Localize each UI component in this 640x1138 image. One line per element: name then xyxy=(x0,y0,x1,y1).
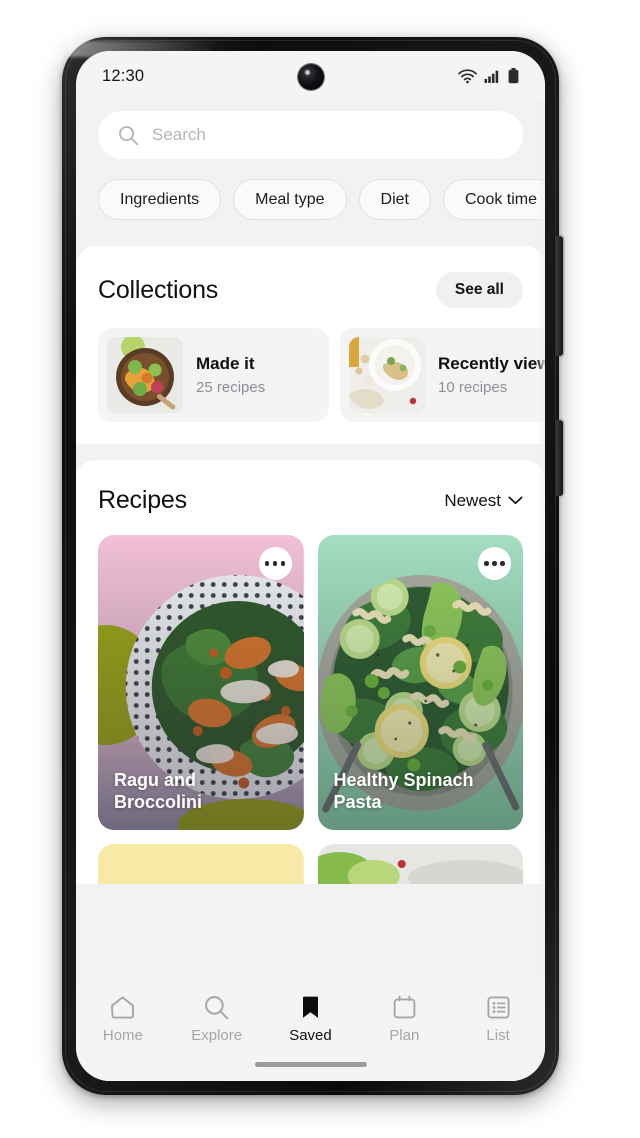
nav-item-plan[interactable]: Plan xyxy=(361,993,447,1044)
recipe-grid: Ragu and Broccolini Healthy Spinach Past… xyxy=(98,535,523,884)
collection-text: Recently viewed 10 recipes xyxy=(438,354,545,396)
collections-section: Collections See all Made it 25 recipes R… xyxy=(76,246,545,444)
filter-chip-diet[interactable]: Diet xyxy=(358,179,431,220)
search-placeholder: Search xyxy=(152,125,206,144)
cellular-signal-icon xyxy=(484,70,499,83)
collection-count: 25 recipes xyxy=(196,379,266,396)
collection-name: Recently viewed xyxy=(438,354,545,373)
recipes-header: Recipes Newest xyxy=(98,486,523,515)
nav-item-list[interactable]: List xyxy=(455,993,541,1044)
recipe-card-partial-left[interactable] xyxy=(98,844,304,884)
nav-item-explore[interactable]: Explore xyxy=(174,993,260,1044)
app-content: Search Ingredients Meal type Diet Cook t… xyxy=(76,101,545,1081)
collection-card-made-it[interactable]: Made it 25 recipes xyxy=(98,328,329,422)
status-time: 12:30 xyxy=(102,66,145,85)
calendar-icon xyxy=(393,995,416,1019)
collections-title: Collections xyxy=(98,275,219,304)
home-indicator[interactable] xyxy=(254,1062,367,1067)
search-icon xyxy=(119,125,139,145)
list-icon xyxy=(487,996,510,1019)
battery-icon xyxy=(508,68,519,84)
collections-header: Collections See all xyxy=(98,272,523,308)
home-icon xyxy=(111,996,135,1019)
more-options-icon[interactable] xyxy=(258,547,292,580)
nav-label: Explore xyxy=(191,1027,243,1044)
nav-label: Home xyxy=(102,1027,143,1044)
nav-label: Saved xyxy=(289,1027,332,1044)
filter-chip-row[interactable]: Ingredients Meal type Diet Cook time xyxy=(76,159,545,220)
collection-thumbnail xyxy=(107,337,183,413)
volume-button[interactable] xyxy=(556,236,563,356)
nav-item-saved[interactable]: Saved xyxy=(267,993,353,1044)
recipe-card-ragu-and-broccolini[interactable]: Ragu and Broccolini xyxy=(98,535,304,830)
recipe-card-partial-right[interactable] xyxy=(317,844,523,884)
collection-thumbnail xyxy=(349,337,425,413)
search-input[interactable]: Search xyxy=(98,111,523,159)
filter-chip-ingredients[interactable]: Ingredients xyxy=(98,179,222,220)
nav-label: Plan xyxy=(389,1027,420,1044)
collection-name: Made it xyxy=(196,354,255,373)
phone-screen: 12:30 Search Ingredients Meal type Diet … xyxy=(76,51,545,1081)
search-section: Search xyxy=(76,101,545,159)
search-icon xyxy=(205,996,229,1020)
filter-chip-meal-type[interactable]: Meal type xyxy=(233,179,347,220)
status-icons xyxy=(458,68,519,84)
filter-chip-cook-time[interactable]: Cook time xyxy=(443,179,545,220)
collections-list[interactable]: Made it 25 recipes Recently view 10 reci… xyxy=(98,328,545,422)
nav-label: List xyxy=(486,1027,510,1044)
nav-item-home[interactable]: Home xyxy=(80,993,166,1044)
recipes-sort-label: Newest xyxy=(444,490,501,510)
wifi-icon xyxy=(458,68,477,83)
chevron-down-icon xyxy=(508,496,523,505)
front-camera-punchhole xyxy=(297,64,324,90)
screenshot-root: 12:30 Search Ingredients Meal type Diet … xyxy=(0,0,640,1138)
collections-see-all-button[interactable]: See all xyxy=(435,272,523,308)
more-options-icon[interactable] xyxy=(478,547,511,580)
recipe-title: Ragu and Broccolini xyxy=(114,769,203,813)
collection-card-recently-viewed[interactable]: Recently viewed 10 recipes xyxy=(340,328,545,422)
recipe-image xyxy=(98,844,304,884)
collection-count: 10 recipes xyxy=(438,379,508,396)
collection-text: Made it 25 recipes xyxy=(196,354,265,396)
bookmark-icon xyxy=(302,996,318,1018)
power-button[interactable] xyxy=(556,420,563,496)
recipe-card-healthy-spinach-pasta[interactable]: Healthy Spinach Pasta xyxy=(317,535,523,830)
recipes-section: Recipes Newest Ragu and Broccolini Healt… xyxy=(76,460,545,884)
recipe-image xyxy=(317,844,523,884)
recipe-title: Healthy Spinach Pasta xyxy=(333,769,474,813)
bottom-navigation: Home Explore Saved Plan List xyxy=(76,983,545,1081)
status-bar: 12:30 xyxy=(76,51,545,101)
recipes-title: Recipes xyxy=(98,486,187,514)
recipes-sort-dropdown[interactable]: Newest xyxy=(444,491,523,511)
